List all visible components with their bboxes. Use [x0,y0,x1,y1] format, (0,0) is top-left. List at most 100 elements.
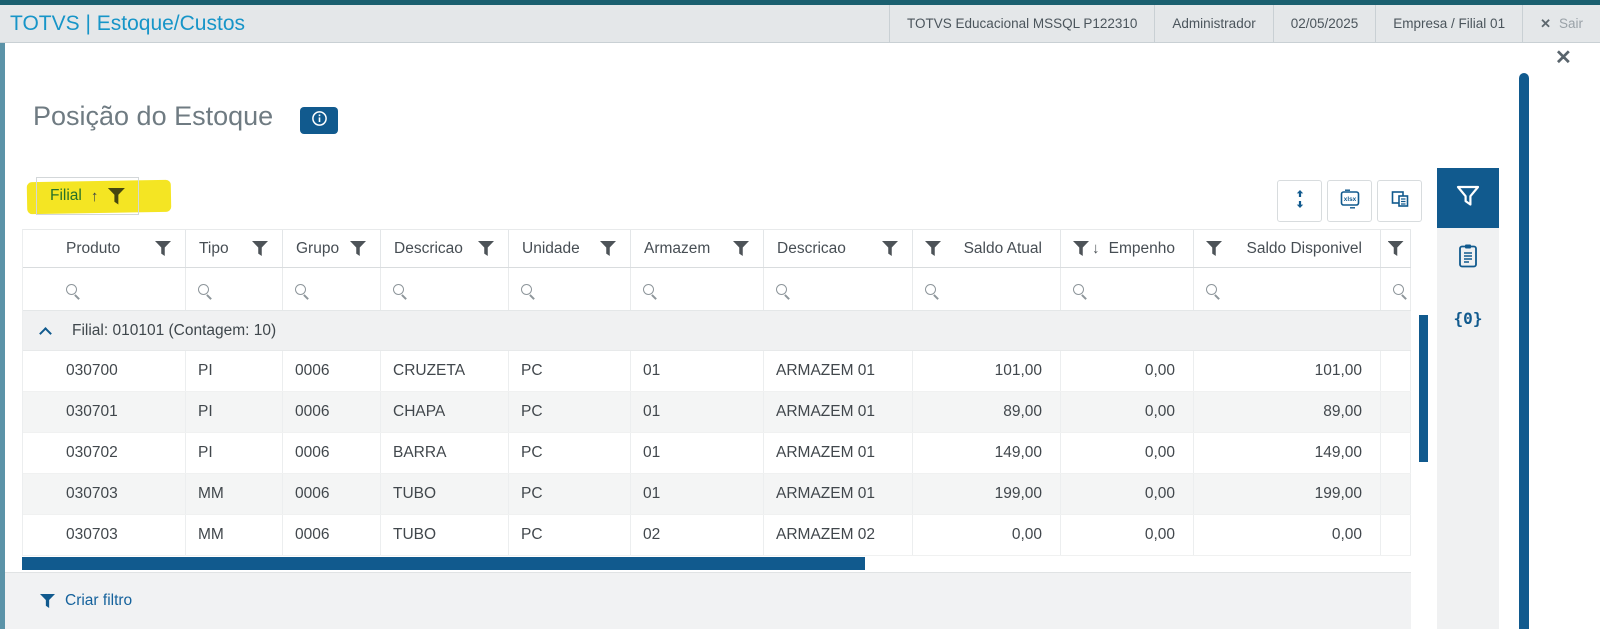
cell-grupo[interactable]: 0006 [283,515,381,555]
cell-armazem[interactable]: 01 [631,392,764,432]
column-header-saldo-disponivel[interactable]: Saldo Disponivel [1194,230,1381,267]
cell-empenho[interactable]: 0,00 [1061,474,1194,514]
column-header-saldo-atual[interactable]: Saldo Atual [913,230,1061,267]
cell-descricao[interactable]: TUBO [381,474,509,514]
cell-descricao-armazem[interactable]: ARMAZEM 01 [764,351,913,391]
search-cell-extra[interactable] [1381,268,1411,310]
info-button[interactable] [300,107,338,134]
cell-produto[interactable]: 030703 [23,474,186,514]
cell-saldo-atual[interactable]: 89,00 [913,392,1061,432]
cell-descricao[interactable]: BARRA [381,433,509,473]
filter-icon[interactable] [733,241,749,256]
cell-saldo-disponivel[interactable]: 0,00 [1194,515,1381,555]
search-input-empenho[interactable] [1093,279,1193,299]
cell-armazem[interactable]: 01 [631,474,764,514]
cell-tipo[interactable]: MM [186,474,283,514]
search-input-unidade[interactable] [541,279,630,299]
search-cell-saldo-disponivel[interactable] [1194,268,1381,310]
filter-icon[interactable] [107,187,126,205]
search-input-saldo-disponivel[interactable] [1226,279,1380,299]
table-row[interactable]: 030703 MM 0006 TUBO PC 02 ARMAZEM 02 0,0… [23,515,1411,556]
cell-produto[interactable]: 030702 [23,433,186,473]
cell-descricao-armazem[interactable]: ARMAZEM 01 [764,392,913,432]
cell-armazem[interactable]: 01 [631,433,764,473]
cell-saldo-atual[interactable]: 101,00 [913,351,1061,391]
filter-icon[interactable] [925,241,941,256]
cell-saldo-disponivel[interactable]: 89,00 [1194,392,1381,432]
cell-unidade[interactable]: PC [509,433,631,473]
tab-clipboard[interactable] [1437,228,1499,288]
cell-grupo[interactable]: 0006 [283,392,381,432]
cell-tipo[interactable]: MM [186,515,283,555]
column-header-produto[interactable]: Produto [23,230,186,267]
export-xlsx-button[interactable]: xlsx [1327,180,1372,222]
close-icon[interactable]: ✕ [1555,45,1572,70]
cell-unidade[interactable]: PC [509,392,631,432]
filter-icon[interactable] [1206,241,1222,256]
cell-empenho[interactable]: 0,00 [1061,392,1194,432]
cell-unidade[interactable]: PC [509,351,631,391]
column-header-extra[interactable] [1381,230,1411,267]
search-cell-empenho[interactable] [1061,268,1194,310]
search-input-armazem[interactable] [663,279,763,299]
cell-unidade[interactable]: PC [509,474,631,514]
column-header-empenho[interactable]: ↓ Empenho [1061,230,1194,267]
search-input-produto[interactable] [86,279,185,299]
cell-saldo-atual[interactable]: 0,00 [913,515,1061,555]
column-header-descricao[interactable]: Descricao [381,230,509,267]
column-header-tipo[interactable]: Tipo [186,230,283,267]
filter-icon[interactable] [252,241,268,256]
cell-empenho[interactable]: 0,00 [1061,351,1194,391]
cell-empenho[interactable]: 0,00 [1061,515,1194,555]
cell-armazem[interactable]: 02 [631,515,764,555]
cell-produto[interactable]: 030700 [23,351,186,391]
create-filter-link[interactable]: Criar filtro [65,592,132,610]
filter-icon[interactable] [350,241,366,256]
group-row[interactable]: Filial: 010101 (Contagem: 10) [23,311,1411,351]
cell-descricao[interactable]: CRUZETA [381,351,509,391]
search-cell-unidade[interactable] [509,268,631,310]
filter-icon[interactable] [600,241,616,256]
filter-icon[interactable] [155,241,171,256]
chevron-up-icon[interactable] [39,326,52,340]
cell-tipo[interactable]: PI [186,392,283,432]
search-input-descricao[interactable] [413,279,508,299]
column-header-descricao-armazem[interactable]: Descricao [764,230,913,267]
search-cell-grupo[interactable] [283,268,381,310]
cell-saldo-disponivel[interactable]: 199,00 [1194,474,1381,514]
table-row[interactable]: 030702 PI 0006 BARRA PC 01 ARMAZEM 01 14… [23,433,1411,474]
cell-saldo-disponivel[interactable]: 101,00 [1194,351,1381,391]
filter-icon[interactable] [1073,241,1089,256]
filter-icon[interactable] [882,241,898,256]
cell-descricao-armazem[interactable]: ARMAZEM 01 [764,433,913,473]
horizontal-scrollbar[interactable] [22,557,1410,571]
search-input-saldo-atual[interactable] [945,279,1060,299]
cell-descricao-armazem[interactable]: ARMAZEM 02 [764,515,913,555]
table-row[interactable]: 030700 PI 0006 CRUZETA PC 01 ARMAZEM 01 … [23,351,1411,392]
cell-saldo-atual[interactable]: 199,00 [913,474,1061,514]
cell-tipo[interactable]: PI [186,351,283,391]
search-cell-tipo[interactable] [186,268,283,310]
column-header-armazem[interactable]: Armazem [631,230,764,267]
search-input-grupo[interactable] [315,279,380,299]
column-header-unidade[interactable]: Unidade [509,230,631,267]
filter-icon[interactable] [478,241,494,256]
search-cell-descricao-armazem[interactable] [764,268,913,310]
cell-tipo[interactable]: PI [186,433,283,473]
cell-unidade[interactable]: PC [509,515,631,555]
cell-descricao[interactable]: CHAPA [381,392,509,432]
adjust-rows-button[interactable] [1277,180,1322,222]
table-row[interactable]: 030703 MM 0006 TUBO PC 01 ARMAZEM 01 199… [23,474,1411,515]
page-vertical-scrollbar[interactable] [1519,73,1529,629]
sort-descending-icon[interactable]: ↓ [1092,240,1100,257]
copy-button[interactable] [1377,180,1422,222]
search-cell-saldo-atual[interactable] [913,268,1061,310]
table-vertical-scrollbar[interactable] [1419,315,1428,462]
column-header-grupo[interactable]: Grupo [283,230,381,267]
company-branch-label[interactable]: Empresa / Filial 01 [1375,5,1522,42]
search-input-descricao-armazem[interactable] [796,279,912,299]
cell-empenho[interactable]: 0,00 [1061,433,1194,473]
table-row[interactable]: 030701 PI 0006 CHAPA PC 01 ARMAZEM 01 89… [23,392,1411,433]
cell-produto[interactable]: 030701 [23,392,186,432]
cell-saldo-atual[interactable]: 149,00 [913,433,1061,473]
